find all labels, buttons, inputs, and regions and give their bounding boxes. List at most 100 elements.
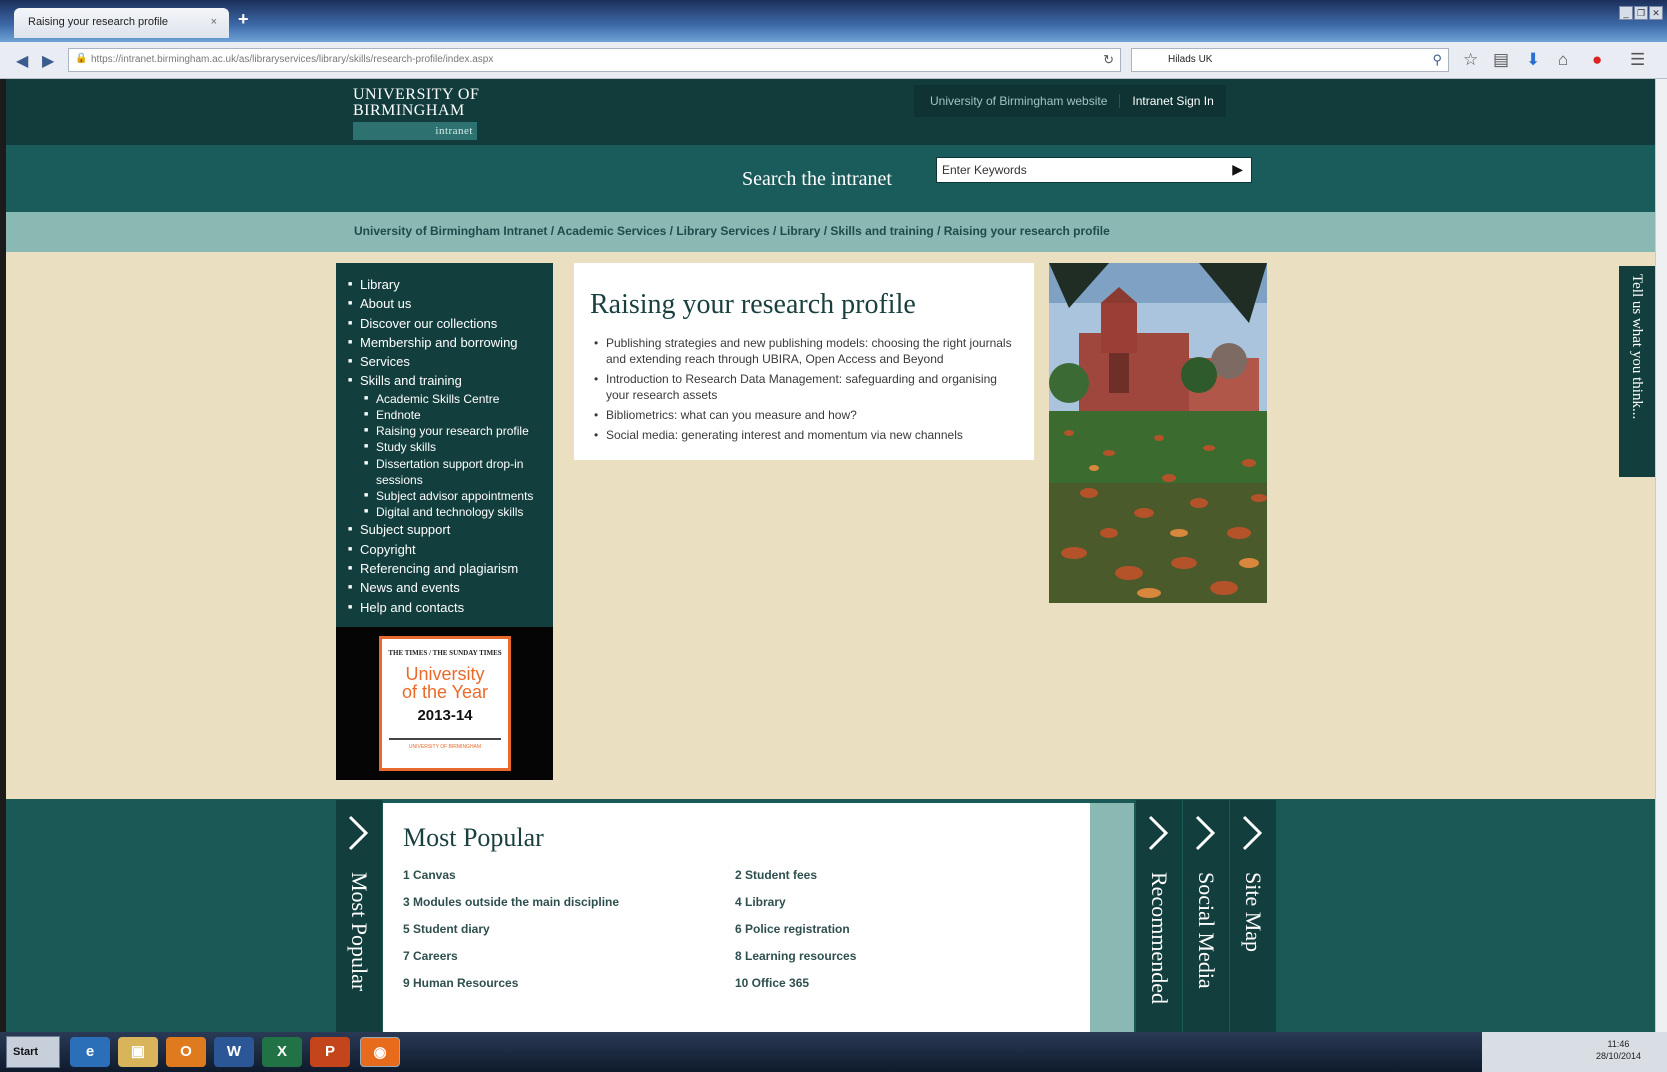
search-placeholder: Enter Keywords bbox=[942, 163, 1027, 177]
tab-label: Most Popular bbox=[347, 872, 372, 992]
leftnav-subitem[interactable]: Endnote bbox=[348, 407, 553, 423]
browser-navbar: ◀ ▶ 🔒 https://intranet.birmingham.ac.uk/… bbox=[0, 42, 1667, 79]
leftnav-item[interactable]: Help and contacts bbox=[348, 598, 553, 618]
leftnav-item[interactable]: Referencing and plagiarism bbox=[348, 559, 553, 579]
university-logo[interactable]: UNIVERSITY OF BIRMINGHAM intranet bbox=[353, 87, 479, 140]
bookmark-star-icon[interactable]: ☆ bbox=[1463, 50, 1478, 70]
chevron-right-icon bbox=[1195, 815, 1216, 851]
leftnav-item[interactable]: News and events bbox=[348, 578, 553, 598]
leftnav-subitem[interactable]: Academic Skills Centre bbox=[348, 391, 553, 407]
leftnav-item[interactable]: Discover our collections bbox=[348, 314, 553, 334]
leftnav-subitem[interactable]: Study skills bbox=[348, 439, 553, 455]
new-tab-button[interactable]: + bbox=[238, 9, 249, 30]
leftnav-item[interactable]: Services bbox=[348, 352, 553, 372]
firefox-icon[interactable]: ◉ bbox=[360, 1037, 400, 1067]
clock[interactable]: 11:46 28/10/2014 bbox=[1596, 1038, 1641, 1062]
bookmarks-list-icon[interactable]: ▤ bbox=[1493, 50, 1509, 70]
search-engine-text: Hilads UK bbox=[1168, 54, 1213, 65]
university-of-year-badge[interactable]: THE TIMES / THE SUNDAY TIMES University … bbox=[379, 636, 511, 771]
breadcrumb: University of Birmingham Intranet / Acad… bbox=[6, 212, 1655, 252]
award-sub: UNIVERSITY OF BIRMINGHAM bbox=[408, 744, 482, 750]
popular-link[interactable]: 4 Library bbox=[735, 894, 1035, 911]
leftnav-item[interactable]: About us bbox=[348, 294, 553, 314]
url-text: https://intranet.birmingham.ac.uk/as/lib… bbox=[91, 54, 494, 65]
intranet-sign-in-link[interactable]: Intranet Sign In bbox=[1120, 94, 1225, 108]
breadcrumb-trail[interactable]: University of Birmingham Intranet / Acad… bbox=[354, 224, 1110, 238]
popular-link[interactable]: 8 Learning resources bbox=[735, 948, 1035, 965]
clock-time: 11:46 bbox=[1607, 1039, 1630, 1049]
award-masthead: THE TIMES / THE SUNDAY TIMES bbox=[388, 649, 502, 657]
minimize-button[interactable]: _ bbox=[1619, 6, 1633, 20]
popular-link[interactable]: 5 Student diary bbox=[403, 921, 735, 938]
leftnav-item[interactable]: Subject support bbox=[348, 520, 553, 540]
search-icon[interactable]: ⚲ bbox=[1432, 52, 1442, 68]
popular-link[interactable]: 10 Office 365 bbox=[735, 975, 1035, 992]
leftnav-item[interactable]: Copyright bbox=[348, 540, 553, 560]
addon-icon[interactable]: ● bbox=[1592, 50, 1602, 70]
leftnav-subitem[interactable]: Subject advisor appointments bbox=[348, 488, 553, 504]
leftnav-subitem[interactable]: Digital and technology skills bbox=[348, 504, 553, 520]
page-title: Raising your research profile bbox=[590, 289, 916, 320]
tab-site-map[interactable]: Site Map bbox=[1230, 800, 1276, 1032]
tab-title: Raising your research profile bbox=[28, 16, 169, 28]
outlook-icon[interactable]: O bbox=[166, 1037, 206, 1067]
content-item[interactable]: Publishing strategies and new publishing… bbox=[590, 335, 1020, 367]
search-band: Search the intranet Enter Keywords ▶ bbox=[6, 145, 1655, 212]
tab-most-popular[interactable]: Most Popular bbox=[336, 800, 382, 1032]
word-icon[interactable]: W bbox=[214, 1037, 254, 1067]
popular-link[interactable]: 1 Canvas bbox=[403, 867, 735, 884]
excel-icon[interactable]: X bbox=[262, 1037, 302, 1067]
reload-icon[interactable]: ↻ bbox=[1103, 52, 1114, 68]
content-item[interactable]: Social media: generating interest and mo… bbox=[590, 427, 1020, 443]
popular-link[interactable]: 2 Student fees bbox=[735, 867, 1035, 884]
tab-social-media[interactable]: Social Media bbox=[1183, 800, 1229, 1032]
ie-icon[interactable]: e bbox=[70, 1037, 110, 1067]
content-item[interactable]: Introduction to Research Data Management… bbox=[590, 371, 1020, 403]
back-icon[interactable]: ◀ bbox=[16, 51, 28, 71]
popular-link[interactable]: 7 Careers bbox=[403, 948, 735, 965]
powerpoint-icon[interactable]: P bbox=[310, 1037, 350, 1067]
leftnav-item[interactable]: Library bbox=[348, 275, 553, 295]
leftnav-item[interactable]: Skills and training bbox=[348, 371, 553, 391]
browser-search-bar[interactable]: Hilads UK ⚲ bbox=[1131, 48, 1449, 72]
popular-link[interactable]: 6 Police registration bbox=[735, 921, 1035, 938]
most-popular-title: Most Popular bbox=[403, 823, 544, 852]
site-header: UNIVERSITY OF BIRMINGHAM intranet Univer… bbox=[6, 79, 1655, 145]
popular-link[interactable]: 9 Human Resources bbox=[403, 975, 735, 992]
window-controls: _ ❐ ✕ bbox=[1619, 6, 1663, 20]
logo-intranet: intranet bbox=[353, 122, 477, 140]
download-icon[interactable]: ⬇ bbox=[1526, 50, 1540, 70]
browser-tab[interactable]: Raising your research profile × bbox=[14, 8, 229, 38]
top-navigation: University of Birmingham website Intrane… bbox=[914, 85, 1226, 117]
logo-line1: UNIVERSITY OF bbox=[353, 86, 480, 103]
search-go-icon[interactable]: ▶ bbox=[1232, 161, 1243, 178]
home-icon[interactable]: ⌂ bbox=[1558, 50, 1568, 70]
system-tray: 11:46 28/10/2014 bbox=[1482, 1032, 1667, 1072]
leftnav-item[interactable]: Membership and borrowing bbox=[348, 333, 553, 353]
lock-icon: 🔒 bbox=[75, 53, 88, 64]
leftnav-subitem[interactable]: Dissertation support drop-in sessions bbox=[348, 456, 553, 488]
tab-recommended[interactable]: Recommended bbox=[1136, 800, 1182, 1032]
leftnav-subitem[interactable]: Raising your research profile bbox=[348, 423, 553, 439]
start-button[interactable]: Start bbox=[6, 1036, 60, 1068]
feedback-tab[interactable]: Tell us what you think... bbox=[1617, 264, 1655, 479]
university-website-link[interactable]: University of Birmingham website bbox=[914, 94, 1121, 108]
popular-link[interactable]: 3 Modules outside the main discipline bbox=[403, 894, 735, 911]
address-bar[interactable]: 🔒 https://intranet.birmingham.ac.uk/as/l… bbox=[68, 48, 1121, 72]
forward-icon[interactable]: ▶ bbox=[42, 51, 54, 71]
chevron-right-icon bbox=[1242, 815, 1263, 851]
main-content: Raising your research profile Publishing… bbox=[574, 263, 1034, 460]
intranet-search-input[interactable]: Enter Keywords ▶ bbox=[936, 157, 1252, 183]
award-year: 2013-14 bbox=[417, 707, 473, 724]
menu-icon[interactable]: ☰ bbox=[1630, 50, 1645, 70]
web-page: UNIVERSITY OF BIRMINGHAM intranet Univer… bbox=[6, 79, 1655, 1032]
feedback-label: Tell us what you think... bbox=[1629, 274, 1645, 420]
maximize-button[interactable]: ❐ bbox=[1634, 6, 1648, 20]
close-window-button[interactable]: ✕ bbox=[1649, 6, 1663, 20]
folder-icon[interactable]: ▣ bbox=[118, 1037, 158, 1067]
page-scrollbar[interactable] bbox=[1655, 79, 1667, 1032]
tab-label: Social Media bbox=[1194, 872, 1219, 989]
most-popular-grid: 1 Canvas 2 Student fees 3 Modules outsid… bbox=[403, 867, 1090, 992]
tab-close-icon[interactable]: × bbox=[211, 16, 217, 28]
content-item[interactable]: Bibliometrics: what can you measure and … bbox=[590, 407, 1020, 423]
